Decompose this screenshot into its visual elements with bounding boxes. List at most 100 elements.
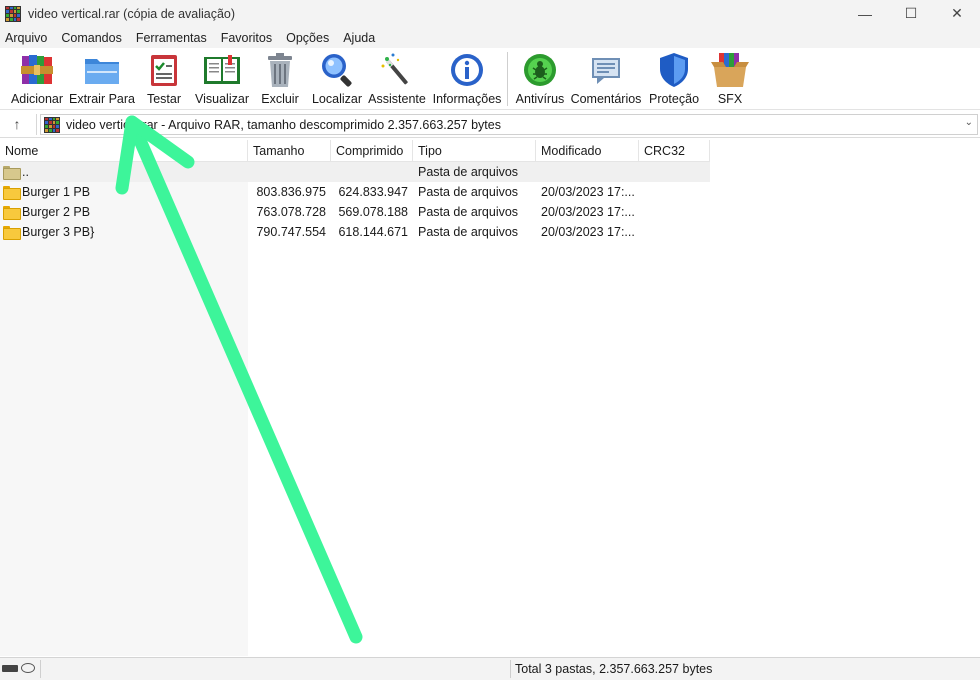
address-bar: ↑ video vertical.rar - Arquivo RAR, tama… [0, 111, 980, 138]
file-list: Nome Tamanho Comprimido Tipo Modificado … [0, 140, 980, 656]
status-bar: Total 3 pastas, 2.357.663.257 bytes [0, 657, 980, 680]
menu-arquivo[interactable]: Arquivo [0, 31, 54, 45]
menu-ferramentas[interactable]: Ferramentas [131, 31, 214, 45]
comments-button[interactable]: Comentários [570, 50, 642, 108]
row-modified: 20/03/2023 17:... [541, 185, 635, 199]
status-divider [40, 660, 41, 678]
clipboard-check-icon [144, 50, 184, 90]
wizard-button[interactable]: Assistente [367, 50, 427, 108]
extract-to-label: Extrair Para [69, 92, 135, 106]
table-row[interactable]: Burger 2 PB 763.078.728 569.078.188 Past… [0, 202, 710, 222]
folder-extract-icon [82, 50, 122, 90]
antivirus-label: Antivírus [515, 92, 565, 106]
delete-button[interactable]: Excluir [257, 50, 303, 108]
protection-label: Proteção [648, 92, 700, 106]
row-type: Pasta de arquivos [418, 205, 519, 219]
comment-icon [586, 50, 626, 90]
info-label: Informações [432, 92, 502, 106]
comments-label: Comentários [570, 92, 642, 106]
open-book-icon [202, 50, 242, 90]
menu-bar: Arquivo Comandos Ferramentas Favoritos O… [0, 27, 980, 48]
path-text: video vertical.rar - Arquivo RAR, tamanh… [66, 117, 501, 132]
antivirus-button[interactable]: Antivírus [512, 50, 568, 108]
test-label: Testar [146, 92, 182, 106]
row-name: Burger 2 PB [3, 202, 243, 222]
menu-ajuda[interactable]: Ajuda [338, 31, 382, 45]
row-packed: 624.833.947 [338, 185, 408, 199]
row-packed: 618.144.671 [338, 225, 408, 239]
status-text: Total 3 pastas, 2.357.663.257 bytes [515, 662, 713, 676]
column-header-modified[interactable]: Modificado [536, 140, 639, 162]
row-name-text: .. [22, 165, 29, 179]
sfx-label: SFX [717, 92, 743, 106]
column-header-crc32[interactable]: CRC32 [639, 140, 710, 162]
add-button[interactable]: Adicionar [8, 50, 66, 108]
parent-folder-icon [3, 166, 21, 180]
sfx-button[interactable]: SFX [706, 50, 754, 108]
row-size: 763.078.728 [256, 205, 326, 219]
row-name: Burger 1 PB [3, 182, 243, 202]
path-field[interactable]: video vertical.rar - Arquivo RAR, tamanh… [40, 114, 978, 135]
test-button[interactable]: Testar [140, 50, 188, 108]
row-type: Pasta de arquivos [418, 185, 519, 199]
find-label: Localizar [311, 92, 363, 106]
up-arrow-icon[interactable]: ↑ [8, 115, 26, 133]
add-label: Adicionar [10, 92, 64, 106]
status-icons [2, 663, 35, 673]
row-name-text: Burger 1 PB [22, 185, 91, 199]
key-icon[interactable] [21, 663, 35, 673]
table-row[interactable]: Burger 3 PB} 790.747.554 618.144.671 Pas… [0, 222, 710, 242]
minimize-button[interactable]: — [842, 0, 888, 27]
row-name-text: Burger 3 PB} [22, 225, 95, 239]
row-modified: 20/03/2023 17:... [541, 205, 635, 219]
folder-icon [3, 226, 21, 240]
row-type: Pasta de arquivos [418, 225, 519, 239]
protection-button[interactable]: Proteção [646, 50, 702, 108]
bug-shield-icon [520, 50, 560, 90]
menu-opcoes[interactable]: Opções [281, 31, 336, 45]
chevron-down-icon[interactable]: ⌄ [965, 117, 973, 128]
row-name: .. [3, 162, 243, 182]
info-icon [447, 50, 487, 90]
magic-wand-icon [377, 50, 417, 90]
wizard-label: Assistente [368, 92, 426, 106]
rar-archive-icon [44, 116, 60, 133]
magnifier-icon [317, 50, 357, 90]
address-divider [36, 114, 37, 135]
window-title: video vertical.rar (cópia de avaliação) [28, 6, 236, 21]
menu-comandos[interactable]: Comandos [56, 31, 128, 45]
maximize-button[interactable]: ☐ [888, 0, 934, 27]
title-bar: video vertical.rar (cópia de avaliação) … [0, 0, 980, 27]
column-header-size[interactable]: Tamanho [248, 140, 331, 162]
column-header-name[interactable]: Nome [0, 140, 248, 162]
winrar-window: video vertical.rar (cópia de avaliação) … [0, 0, 980, 680]
extract-to-button[interactable]: Extrair Para [69, 50, 135, 108]
column-header-packed[interactable]: Comprimido [331, 140, 413, 162]
sfx-box-icon [710, 50, 750, 90]
row-packed: 569.078.188 [338, 205, 408, 219]
archive-books-icon [17, 50, 57, 90]
status-divider [510, 660, 511, 678]
view-label: Visualizar [195, 92, 249, 106]
folder-icon [3, 206, 21, 220]
column-header-type[interactable]: Tipo [413, 140, 536, 162]
row-size: 803.836.975 [256, 185, 326, 199]
row-name: Burger 3 PB} [3, 222, 243, 242]
row-modified: 20/03/2023 17:... [541, 225, 635, 239]
shield-icon [654, 50, 694, 90]
close-button[interactable]: ✕ [934, 0, 980, 27]
winrar-app-icon [5, 5, 21, 22]
delete-label: Excluir [261, 92, 299, 106]
folder-icon [3, 186, 21, 200]
row-name-text: Burger 2 PB [22, 205, 91, 219]
toolbar: Adicionar Extrair Para Testar Visualizar… [0, 48, 980, 110]
table-row-parent[interactable]: .. Pasta de arquivos [0, 162, 710, 182]
row-size: 790.747.554 [256, 225, 326, 239]
menu-favoritos[interactable]: Favoritos [216, 31, 279, 45]
trash-bin-icon [260, 50, 300, 90]
info-button[interactable]: Informações [431, 50, 503, 108]
find-button[interactable]: Localizar [309, 50, 365, 108]
row-type: Pasta de arquivos [418, 165, 519, 179]
view-button[interactable]: Visualizar [193, 50, 251, 108]
table-row[interactable]: Burger 1 PB 803.836.975 624.833.947 Past… [0, 182, 710, 202]
